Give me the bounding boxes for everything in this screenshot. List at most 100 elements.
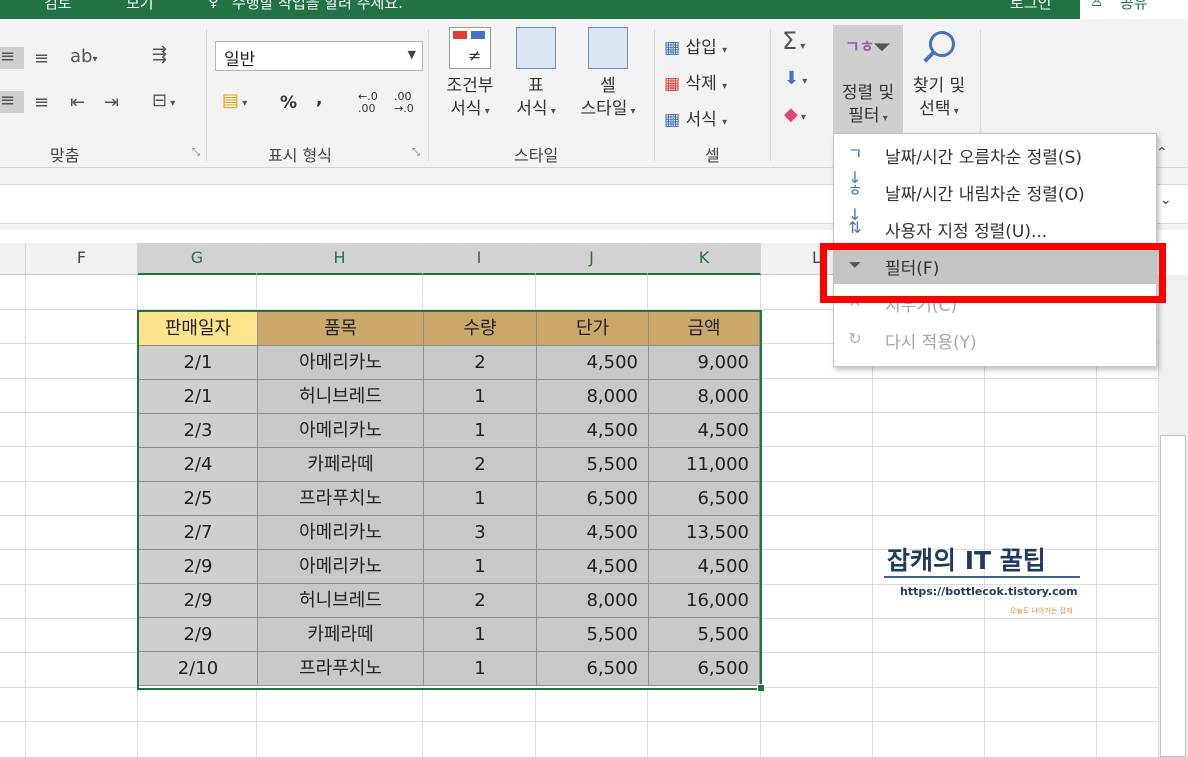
sign-in-link[interactable]: 로그인: [1010, 0, 1051, 13]
scrollbar-thumb[interactable]: [1160, 435, 1186, 757]
conditional-format-button[interactable]: ≠ 조건부 서식 ▾: [440, 27, 500, 123]
cell-price[interactable]: 6,500: [537, 652, 649, 686]
insert-button[interactable]: ▦ 삽입 ▾: [664, 33, 727, 58]
clear-icon[interactable]: ◆ ▾: [784, 105, 806, 128]
cell-date[interactable]: 2/9: [139, 618, 258, 652]
tab-view[interactable]: 보기: [126, 0, 154, 13]
cell-amount[interactable]: 4,500: [649, 414, 760, 448]
tell-me-box[interactable]: 수행할 작업을 알려 주세요.: [232, 0, 403, 13]
cell-qty[interactable]: 1: [424, 380, 537, 414]
cell-item[interactable]: 카페라떼: [258, 618, 424, 652]
column-header-h[interactable]: H: [257, 243, 423, 275]
cell-date[interactable]: 2/9: [139, 550, 258, 584]
cell-item[interactable]: 프라푸치노: [258, 652, 424, 686]
cell-item[interactable]: 프라푸치노: [258, 482, 424, 516]
cell-amount[interactable]: 6,500: [649, 652, 760, 686]
cell-amount[interactable]: 11,000: [649, 448, 760, 482]
tab-review[interactable]: 검토: [44, 0, 72, 13]
wrap-text-icon[interactable]: ⇶: [152, 45, 167, 65]
cell-qty[interactable]: 1: [424, 550, 537, 584]
percent-button[interactable]: %: [280, 93, 297, 113]
cell-item[interactable]: 허니브레드: [258, 584, 424, 618]
delete-button[interactable]: ▦ 삭제 ▾: [664, 69, 727, 94]
cell-price[interactable]: 5,500: [537, 618, 649, 652]
header-cell-date[interactable]: 판매일자: [139, 312, 258, 346]
cell-qty[interactable]: 1: [424, 414, 537, 448]
find-select-button[interactable]: 찾기 및 선택 ▾: [906, 29, 972, 123]
increase-decimal-button[interactable]: ←.0 .00: [358, 91, 378, 115]
column-header-f[interactable]: F: [26, 243, 138, 275]
header-cell-qty[interactable]: 수량: [424, 312, 537, 346]
align-top-icon[interactable]: ≡: [0, 47, 24, 69]
cell-qty[interactable]: 1: [424, 618, 537, 652]
expand-formula-icon[interactable]: ⌄: [1160, 192, 1172, 208]
share-button[interactable]: ♙ 공유: [1080, 0, 1188, 19]
menu-item[interactable]: ⇅ 사용자 지정 정렬(U)...: [834, 210, 1158, 247]
cell-item[interactable]: 아메리카노: [258, 516, 424, 550]
cell-date[interactable]: 2/4: [139, 448, 258, 482]
cell-item[interactable]: 아메리카노: [258, 550, 424, 584]
cell-price[interactable]: 4,500: [537, 516, 649, 550]
cell-styles-button[interactable]: 셀 스타일 ▾: [572, 27, 644, 123]
menu-item[interactable]: ㄱ↓ 날짜/시간 오름차순 정렬(S): [834, 136, 1158, 187]
cell-item[interactable]: 아메리카노: [258, 414, 424, 448]
header-cell-item[interactable]: 품목: [258, 312, 424, 346]
cell-amount[interactable]: 16,000: [649, 584, 760, 618]
menu-item[interactable]: ㅎ↓ 날짜/시간 내림차순 정렬(O): [834, 173, 1158, 224]
number-format-select[interactable]: 일반 ▼: [215, 41, 423, 71]
fill-handle[interactable]: [757, 684, 765, 692]
cell-qty[interactable]: 1: [424, 652, 537, 686]
align-middle-icon[interactable]: ≡: [34, 49, 49, 69]
column-header-g[interactable]: G: [138, 243, 257, 275]
cell-item[interactable]: 아메리카노: [258, 346, 424, 380]
cell-date[interactable]: 2/9: [139, 584, 258, 618]
cell-date[interactable]: 2/10: [139, 652, 258, 686]
cell-amount[interactable]: 9,000: [649, 346, 760, 380]
cell-amount[interactable]: 13,500: [649, 516, 760, 550]
cell-price[interactable]: 4,500: [537, 550, 649, 584]
align-left-icon[interactable]: ≡: [0, 91, 24, 113]
cell-price[interactable]: 5,500: [537, 448, 649, 482]
orientation-icon[interactable]: ab▾: [70, 47, 98, 70]
sort-filter-button[interactable]: ㄱㅎ ⏷ 정렬 및 필터 ▾: [833, 25, 903, 133]
header-cell-amount[interactable]: 금액: [649, 312, 760, 346]
increase-indent-icon[interactable]: ⇥: [104, 93, 119, 113]
align-center-icon[interactable]: ≡: [34, 93, 49, 113]
cell-qty[interactable]: 2: [424, 346, 537, 380]
cell-amount[interactable]: 6,500: [649, 482, 760, 516]
cell-price[interactable]: 4,500: [537, 346, 649, 380]
cell-amount[interactable]: 8,000: [649, 380, 760, 414]
cell-date[interactable]: 2/7: [139, 516, 258, 550]
column-header-i[interactable]: I: [423, 243, 536, 275]
merge-center-icon[interactable]: ⊟ ▾: [152, 91, 175, 114]
cell-qty[interactable]: 3: [424, 516, 537, 550]
cell-amount[interactable]: 4,500: [649, 550, 760, 584]
column-header-partial[interactable]: [0, 243, 26, 275]
alignment-launcher-icon[interactable]: ⤡: [192, 147, 200, 158]
cell-price[interactable]: 8,000: [537, 584, 649, 618]
column-header-j[interactable]: J: [536, 243, 648, 275]
cell-item[interactable]: 허니브레드: [258, 380, 424, 414]
column-header-k[interactable]: K: [648, 243, 761, 275]
fill-icon[interactable]: ⬇ ▾: [784, 69, 807, 92]
cell-price[interactable]: 8,000: [537, 380, 649, 414]
cell-price[interactable]: 6,500: [537, 482, 649, 516]
number-launcher-icon[interactable]: ⤡: [412, 147, 420, 158]
cell-date[interactable]: 2/5: [139, 482, 258, 516]
cell-item[interactable]: 카페라떼: [258, 448, 424, 482]
cell-amount[interactable]: 5,500: [649, 618, 760, 652]
header-cell-price[interactable]: 단가: [537, 312, 649, 346]
autosum-icon[interactable]: Σ ▾: [782, 29, 805, 57]
cell-qty[interactable]: 2: [424, 448, 537, 482]
format-as-table-button[interactable]: 표 서식 ▾: [508, 27, 564, 123]
cell-date[interactable]: 2/1: [139, 380, 258, 414]
cell-price[interactable]: 4,500: [537, 414, 649, 448]
cell-qty[interactable]: 1: [424, 482, 537, 516]
comma-button[interactable]: ,: [316, 89, 322, 109]
format-cells-button[interactable]: ▦ 서식 ▾: [664, 105, 727, 130]
cell-date[interactable]: 2/3: [139, 414, 258, 448]
cell-date[interactable]: 2/1: [139, 346, 258, 380]
cell-qty[interactable]: 2: [424, 584, 537, 618]
decrease-indent-icon[interactable]: ⇤: [70, 93, 85, 113]
currency-icon[interactable]: ▤ ▾: [222, 91, 247, 114]
